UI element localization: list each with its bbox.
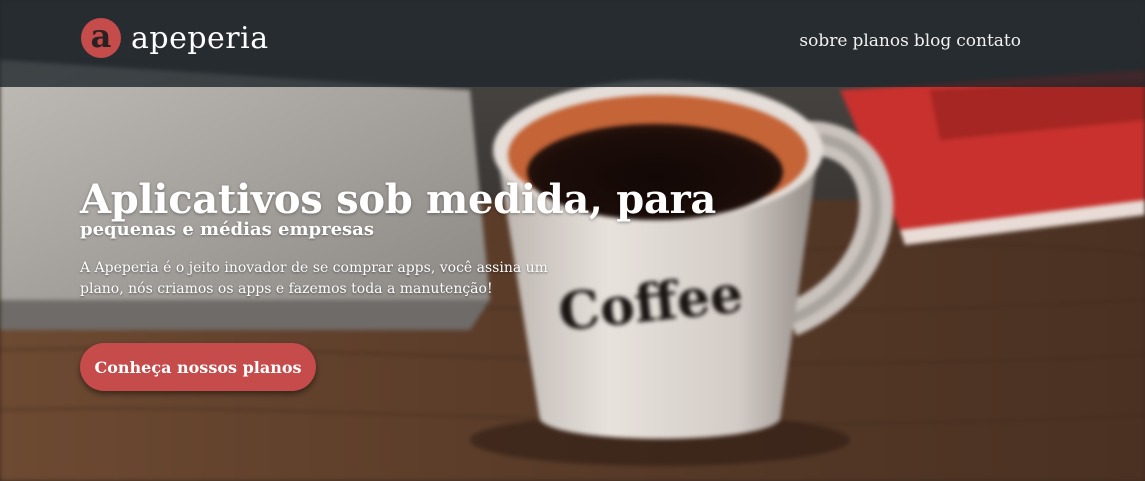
nav-link-contato[interactable]: contato [956, 31, 1021, 51]
plans-cta-button[interactable]: Conheça nossos planos [80, 343, 316, 391]
hero-description: A Apeperia é o jeito inovador de se comp… [80, 260, 548, 297]
logo[interactable]: a apeperia [81, 18, 269, 58]
logo-mark-icon: a [81, 18, 121, 58]
site-header: a apeperia sobre planos blog contato [0, 0, 1145, 87]
hero-section: Aplicativos sob medida, para pequenas e … [80, 176, 780, 300]
main-nav: sobre planos blog contato [794, 31, 1021, 51]
nav-link-sobre[interactable]: sobre [799, 31, 847, 51]
hero-title: Aplicativos sob medida, para [80, 176, 716, 223]
nav-link-planos[interactable]: planos [852, 31, 908, 51]
brand-name: apeperia [131, 20, 269, 56]
nav-link-blog[interactable]: blog [914, 31, 951, 51]
